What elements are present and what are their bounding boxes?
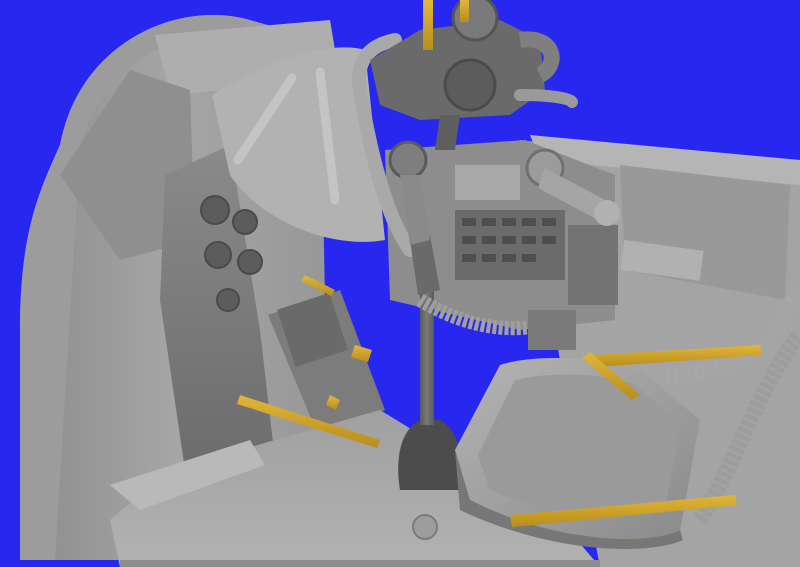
- gunsight-yellow-bracket: [423, 0, 433, 50]
- floor-block: [528, 310, 576, 350]
- panel-top-switch: [455, 165, 520, 200]
- control-stick-top: [388, 140, 428, 180]
- gunsight-rear-tube: [514, 89, 578, 108]
- gunsight-top-ring: [451, 0, 499, 42]
- floor-edge: [120, 560, 600, 567]
- gunsight-lens: [443, 58, 497, 112]
- floor-fitting: [412, 514, 438, 540]
- gunsight-yellow-bracket-2: [460, 0, 469, 22]
- panel-right-box: [568, 225, 618, 305]
- cockpit-render: [0, 0, 800, 567]
- panel-switch-block: [455, 210, 565, 280]
- crank-knob: [594, 200, 620, 226]
